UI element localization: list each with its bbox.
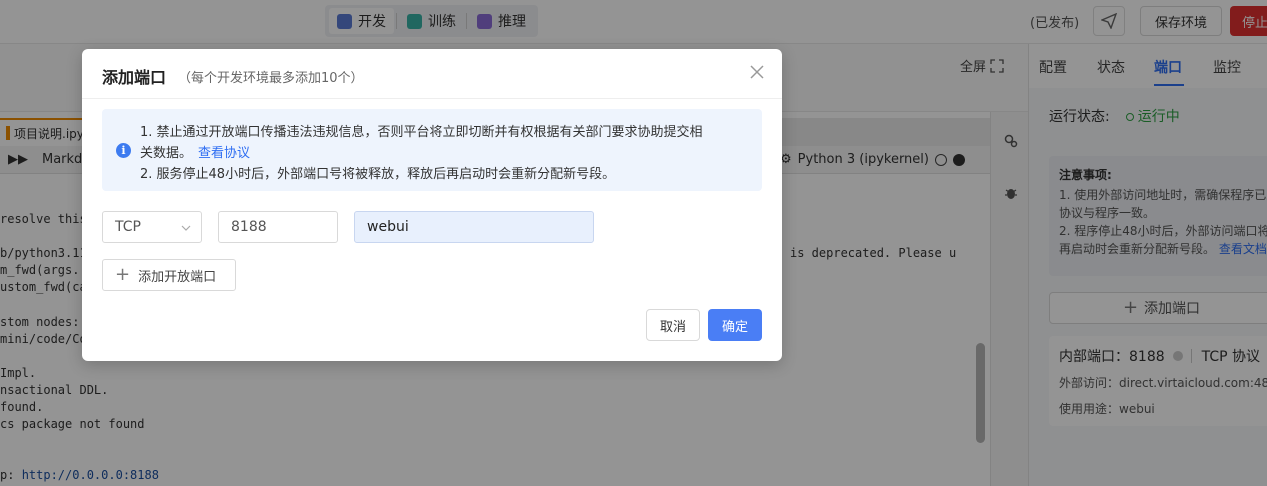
add-open-port-button[interactable]: + 添加开放端口 [102, 259, 236, 291]
cancel-button[interactable]: 取消 [646, 309, 700, 341]
dialog-header: 添加端口 （每个开发环境最多添加10个） [82, 49, 782, 99]
add-open-port-label: 添加开放端口 [138, 269, 217, 285]
port-row: TCP 8188 webui [102, 211, 762, 243]
info-alert: i 1. 禁止通过开放端口传播违法违规信息，否则平台将立即切断并有权根据有关部门… [102, 109, 762, 191]
protocol-select[interactable]: TCP [102, 211, 202, 243]
plus-icon: + [115, 264, 131, 285]
info-line: 2. 服务停止48小时后，外部端口号将被释放，释放后再启动时会重新分配新号段。 [140, 167, 616, 182]
port-number-input[interactable]: 8188 [218, 211, 338, 243]
protocol-value: TCP [115, 219, 141, 235]
add-port-dialog: 添加端口 （每个开发环境最多添加10个） i 1. 禁止通过开放端口传播违法违规… [82, 49, 782, 361]
confirm-button[interactable]: 确定 [708, 309, 762, 341]
info-line-text: 关数据。 [140, 146, 193, 161]
view-agreement-link[interactable]: 查看协议 [198, 146, 250, 161]
chevron-down-icon [181, 225, 191, 231]
info-icon: i [116, 143, 131, 158]
dialog-title: 添加端口 [102, 68, 167, 87]
info-line: 1. 禁止通过开放端口传播违法违规信息，否则平台将立即切断并有权根据有关部门要求… [140, 125, 703, 140]
close-icon[interactable] [748, 63, 766, 81]
info-line-2: 关数据。 查看协议 [140, 142, 250, 161]
port-usage-input[interactable]: webui [354, 211, 594, 243]
dialog-subtitle: （每个开发环境最多添加10个） [178, 71, 364, 86]
